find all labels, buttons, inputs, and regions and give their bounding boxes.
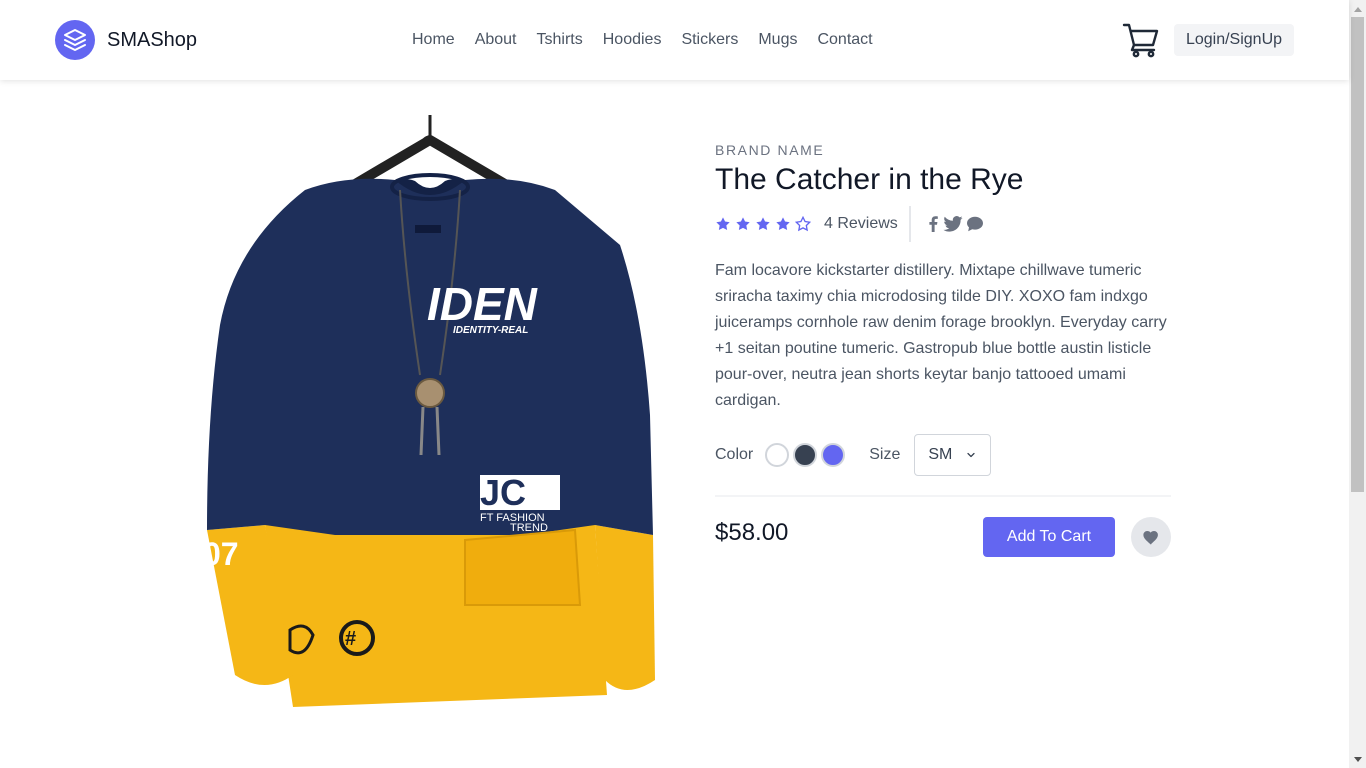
- product-description: Fam locavore kickstarter distillery. Mix…: [715, 262, 1167, 409]
- color-label: Color: [715, 446, 754, 463]
- login-signup-button[interactable]: Login/SignUp: [1174, 24, 1294, 56]
- badge-text: JC: [480, 472, 526, 513]
- print-main-text: IDEN: [427, 278, 538, 330]
- chevron-down-icon: [967, 452, 975, 458]
- social-links: [927, 216, 987, 232]
- star-filled-icon: [716, 217, 730, 230]
- size-select-value: SM: [928, 446, 953, 463]
- main-nav: Home About Tshirts Hoodies Stickers Mugs…: [403, 29, 883, 51]
- scroll-up-icon[interactable]: [1349, 0, 1366, 17]
- brand-logo-link[interactable]: SMAShop: [55, 20, 197, 60]
- wishlist-button[interactable]: [1131, 517, 1171, 557]
- sleeve-print-text: 07: [203, 536, 239, 572]
- rating-divider: [908, 206, 911, 242]
- cart-icon[interactable]: [1122, 22, 1160, 58]
- nav-hoodies[interactable]: Hoodies: [603, 29, 662, 51]
- color-swatch-gray[interactable]: [793, 443, 818, 467]
- scrollbar-thumb[interactable]: [1351, 17, 1364, 492]
- purchase-row: $58.00 Add To Cart: [715, 497, 1171, 577]
- layers-icon: [55, 20, 95, 60]
- nav-contact[interactable]: Contact: [817, 29, 872, 51]
- star-empty-icon: [795, 216, 811, 232]
- rating-stars: [715, 216, 815, 232]
- page-scrollbar[interactable]: [1349, 0, 1366, 768]
- brand-name: SMAShop: [107, 28, 198, 51]
- product-details: BRAND NAME The Catcher in the Rye 4 Revi…: [715, 140, 1171, 577]
- star-filled-icon: [776, 217, 790, 230]
- color-swatch-white[interactable]: [765, 443, 790, 467]
- nav-mugs[interactable]: Mugs: [758, 29, 797, 51]
- star-filled-icon: [756, 217, 770, 230]
- heart-icon: [1143, 530, 1158, 545]
- nav-about[interactable]: About: [475, 29, 517, 51]
- product-price: $58.00: [715, 519, 789, 546]
- message-icon[interactable]: [966, 216, 983, 232]
- site-header: SMAShop Home About Tshirts Hoodies Stick…: [0, 0, 1349, 80]
- size-select[interactable]: SM: [914, 434, 992, 476]
- add-to-cart-button[interactable]: Add To Cart: [983, 517, 1115, 557]
- product-options: Color Size SM: [715, 434, 1171, 497]
- product-image: IDEN IDENTITY-REAL JC FT FASHION TREND 0…: [195, 115, 665, 715]
- nav-tshirts[interactable]: Tshirts: [537, 29, 583, 51]
- star-filled-icon: [736, 217, 750, 230]
- product-title: The Catcher in the Rye: [715, 163, 1024, 196]
- product-brand: BRAND NAME: [715, 142, 825, 158]
- scroll-down-icon[interactable]: [1349, 751, 1366, 768]
- color-swatch-indigo[interactable]: [821, 443, 846, 467]
- review-count[interactable]: 4 Reviews: [824, 215, 898, 233]
- svg-text:#: #: [345, 628, 356, 650]
- size-label: Size: [869, 446, 901, 463]
- print-sub-text: IDENTITY-REAL: [453, 325, 528, 336]
- facebook-icon[interactable]: [927, 216, 939, 232]
- twitter-icon[interactable]: [943, 216, 963, 232]
- rating-row: 4 Reviews: [715, 206, 1171, 242]
- nav-stickers[interactable]: Stickers: [681, 29, 738, 51]
- nav-home[interactable]: Home: [412, 29, 455, 51]
